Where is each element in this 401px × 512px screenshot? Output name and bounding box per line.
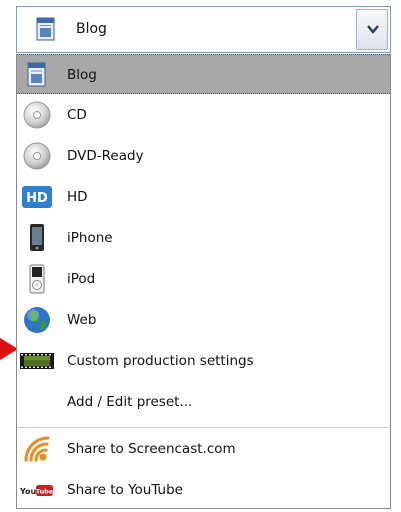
iphone-icon bbox=[30, 224, 44, 251]
preset-item-dvd-ready[interactable]: DVD-Ready bbox=[17, 136, 390, 176]
preset-label: iPod bbox=[67, 271, 96, 287]
blog-doc-icon bbox=[27, 62, 46, 87]
preset-label: Web bbox=[67, 312, 97, 328]
preset-label: Blog bbox=[67, 67, 97, 83]
preset-item-blog[interactable]: Blog bbox=[17, 54, 390, 94]
share-label: Share to YouTube bbox=[67, 482, 183, 498]
hd-badge-icon: HD bbox=[22, 186, 52, 208]
add-edit-preset-label: Add / Edit preset... bbox=[67, 394, 193, 410]
share-screencast-item[interactable]: Share to Screencast.com bbox=[17, 429, 390, 469]
chevron-down-icon bbox=[367, 25, 379, 34]
preset-label: Custom production settings bbox=[67, 353, 254, 369]
svg-text:Tube: Tube bbox=[36, 488, 54, 496]
share-youtube-item[interactable]: You Tube Share to YouTube bbox=[17, 470, 390, 510]
preset-item-hd[interactable]: HD HD bbox=[17, 177, 390, 217]
preset-item-web[interactable]: Web bbox=[17, 300, 390, 340]
menu-separator bbox=[18, 427, 389, 428]
preset-item-custom-production-settings[interactable]: Custom production settings bbox=[17, 341, 390, 381]
film-strip-icon bbox=[20, 353, 54, 369]
dvd-disc-icon bbox=[23, 142, 51, 170]
ipod-icon bbox=[29, 264, 45, 294]
preset-label: HD bbox=[67, 189, 88, 205]
preset-item-iphone[interactable]: iPhone bbox=[17, 218, 390, 258]
youtube-logo-icon: You Tube bbox=[20, 485, 54, 496]
add-edit-preset-item[interactable]: Add / Edit preset... bbox=[17, 382, 390, 422]
preset-dropdown-list: Blog CD DVD-Ready HD HD iPhone iPod Web … bbox=[16, 54, 391, 509]
preset-item-ipod[interactable]: iPod bbox=[17, 259, 390, 299]
preset-item-cd[interactable]: CD bbox=[17, 95, 390, 135]
preset-label: CD bbox=[67, 107, 87, 123]
preset-label: iPhone bbox=[67, 230, 113, 246]
combobox-selected-label: Blog bbox=[76, 21, 107, 37]
blog-doc-icon bbox=[36, 17, 55, 41]
share-label: Share to Screencast.com bbox=[67, 441, 236, 457]
svg-text:HD: HD bbox=[26, 191, 48, 206]
preset-combobox[interactable]: Blog bbox=[16, 6, 391, 53]
preset-label: DVD-Ready bbox=[67, 148, 144, 164]
globe-icon bbox=[24, 307, 50, 333]
screencast-rss-icon bbox=[24, 436, 50, 462]
dropdown-button[interactable] bbox=[356, 9, 388, 50]
svg-text:You: You bbox=[20, 487, 37, 496]
cd-disc-icon bbox=[23, 101, 51, 129]
